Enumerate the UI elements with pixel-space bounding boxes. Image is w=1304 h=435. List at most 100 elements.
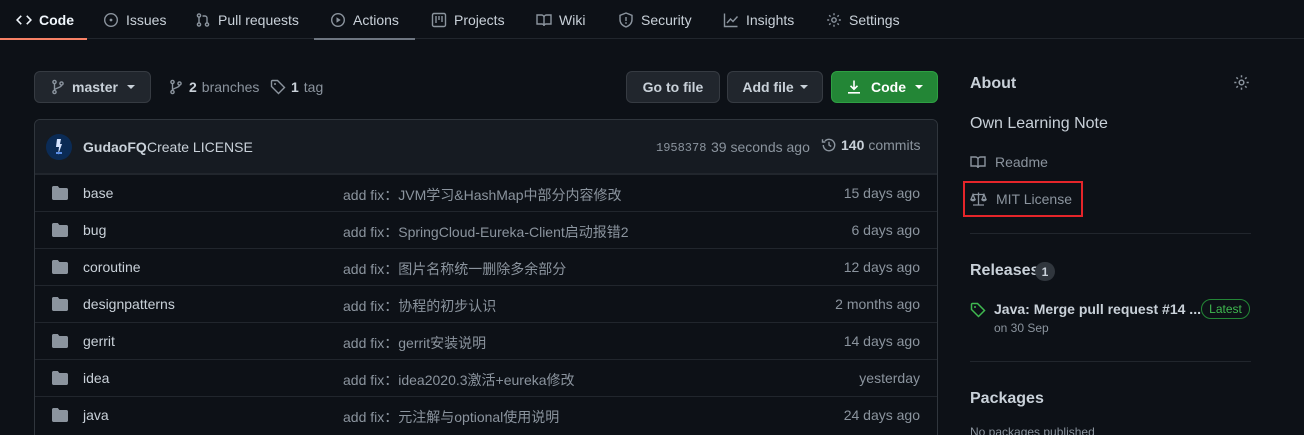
code-icon	[16, 14, 32, 25]
file-name[interactable]: coroutine	[83, 259, 141, 275]
file-age: 2 months ago	[835, 296, 920, 312]
history-icon	[821, 138, 836, 152]
file-age: 14 days ago	[843, 333, 920, 349]
file-name[interactable]: base	[83, 185, 113, 201]
packages-empty-text: No packages published	[970, 425, 1095, 435]
commits-label: commits	[868, 137, 921, 153]
file-age: 12 days ago	[843, 259, 920, 275]
tab-pull-requests[interactable]: Pull requests	[195, 0, 299, 39]
avatar[interactable]	[46, 134, 72, 160]
graph-icon	[723, 13, 739, 27]
commit-sha[interactable]: 1958378	[656, 141, 706, 155]
file-age: 6 days ago	[851, 222, 921, 238]
readme-link[interactable]: Readme	[970, 154, 1048, 170]
branch-icon	[52, 79, 64, 95]
releases-count-badge: 1	[1035, 262, 1055, 281]
project-icon	[431, 12, 447, 27]
folder-icon	[52, 408, 68, 422]
branches-link[interactable]: 2 branches	[168, 78, 259, 96]
tab-actions[interactable]: Actions	[314, 0, 415, 40]
tab-issues[interactable]: Issues	[103, 0, 166, 39]
tab-projects[interactable]: Projects	[431, 0, 505, 39]
chevron-down-icon	[915, 85, 923, 89]
about-settings-button[interactable]	[1233, 74, 1250, 91]
active-tab-underline	[0, 38, 87, 40]
repo-nav: Code Issues Pull requests Actions Projec…	[0, 0, 1304, 40]
tab-code-label: Code	[39, 11, 74, 28]
code-button[interactable]: Code	[831, 71, 938, 103]
tab-settings[interactable]: Settings	[826, 0, 900, 39]
file-commit-message[interactable]: add fix：JVM学习&HashMap中部分内容修改	[343, 185, 622, 205]
tab-security-label: Security	[641, 11, 692, 28]
file-age: 15 days ago	[843, 185, 920, 201]
file-commit-message[interactable]: add fix：idea2020.3激活+eureka修改	[343, 370, 575, 390]
table-row[interactable]: idea add fix：idea2020.3激活+eureka修改 yeste…	[35, 359, 937, 396]
shield-icon	[619, 11, 633, 28]
file-name[interactable]: gerrit	[83, 333, 115, 349]
table-row[interactable]: java add fix：元注解与optional使用说明 24 days ag…	[35, 396, 937, 433]
pull-request-icon	[196, 12, 210, 27]
folder-icon	[52, 223, 68, 237]
table-row[interactable]: gerrit add fix：gerrit安装说明 14 days ago	[35, 322, 937, 359]
gear-icon	[1234, 75, 1249, 90]
go-to-file-button[interactable]: Go to file	[626, 71, 720, 103]
tab-issues-label: Issues	[126, 11, 167, 28]
divider	[970, 361, 1251, 362]
release-name-link[interactable]: Java: Merge pull request #14 ...	[994, 301, 1201, 317]
table-row[interactable]: coroutine add fix：图片名称统一删除多余部分 12 days a…	[35, 248, 937, 285]
license-highlight-box	[963, 181, 1083, 217]
file-name[interactable]: designpatterns	[83, 296, 175, 312]
hover-tab-underline	[314, 38, 415, 40]
file-browser: GudaoFQ Create LICENSE 1958378 39 second…	[34, 119, 938, 435]
repo-description: Own Learning Note	[970, 115, 1108, 132]
folder-icon	[52, 371, 68, 385]
commit-message[interactable]: Create LICENSE	[147, 139, 253, 155]
table-row[interactable]: bug add fix：SpringCloud-Eureka-Client启动报…	[35, 211, 937, 248]
commit-author[interactable]: GudaoFQ	[83, 139, 147, 155]
commits-link[interactable]: 140 commits	[821, 137, 920, 153]
packages-heading[interactable]: Packages	[970, 390, 1044, 408]
releases-heading[interactable]: Releases	[970, 262, 1039, 280]
readme-label: Readme	[995, 154, 1048, 170]
file-name[interactable]: idea	[83, 370, 109, 386]
tab-insights-label: Insights	[746, 11, 795, 28]
divider	[970, 233, 1251, 234]
tab-projects-label: Projects	[454, 11, 505, 28]
folder-icon	[52, 334, 68, 348]
file-commit-message[interactable]: add fix：gerrit安装说明	[343, 333, 486, 353]
file-commit-message[interactable]: add fix：SpringCloud-Eureka-Client启动报错2	[343, 222, 629, 242]
file-name[interactable]: bug	[83, 222, 106, 238]
tag-icon	[270, 79, 286, 95]
latest-commit-bar: GudaoFQ Create LICENSE 1958378 39 second…	[35, 120, 937, 174]
branch-name: master	[72, 79, 118, 95]
table-row[interactable]: base add fix：JVM学习&HashMap中部分内容修改 15 day…	[35, 174, 937, 211]
tag-icon-green	[970, 302, 986, 318]
tab-actions-label: Actions	[353, 11, 399, 28]
tags-link[interactable]: 1 tag	[270, 78, 323, 96]
about-heading: About	[970, 75, 1017, 92]
table-row[interactable]: designpatterns add fix：协程的初步认识 2 months …	[35, 285, 937, 322]
file-name[interactable]: java	[83, 407, 109, 423]
add-file-button[interactable]: Add file	[727, 71, 823, 103]
gear-icon	[827, 12, 841, 27]
file-age: 24 days ago	[843, 407, 920, 423]
tags-count: 1	[291, 79, 299, 95]
tab-insights[interactable]: Insights	[723, 0, 794, 39]
chevron-down-icon	[799, 85, 808, 89]
branch-select-button[interactable]: master	[34, 71, 151, 103]
go-to-file-label: Go to file	[642, 79, 704, 95]
tab-wiki[interactable]: Wiki	[536, 0, 585, 39]
book-icon	[970, 156, 986, 169]
file-age: yesterday	[859, 370, 920, 386]
file-commit-message[interactable]: add fix：图片名称统一删除多余部分	[343, 259, 566, 279]
folder-icon	[52, 260, 68, 274]
tab-code[interactable]: Code	[0, 0, 87, 40]
add-file-label: Add file	[742, 79, 794, 95]
play-icon	[330, 12, 346, 27]
commits-count: 140	[841, 137, 865, 153]
tab-security[interactable]: Security	[618, 0, 692, 39]
book-icon	[536, 13, 552, 26]
file-commit-message[interactable]: add fix：元注解与optional使用说明	[343, 407, 559, 427]
commit-time[interactable]: 39 seconds ago	[711, 139, 810, 155]
file-commit-message[interactable]: add fix：协程的初步认识	[343, 296, 496, 316]
